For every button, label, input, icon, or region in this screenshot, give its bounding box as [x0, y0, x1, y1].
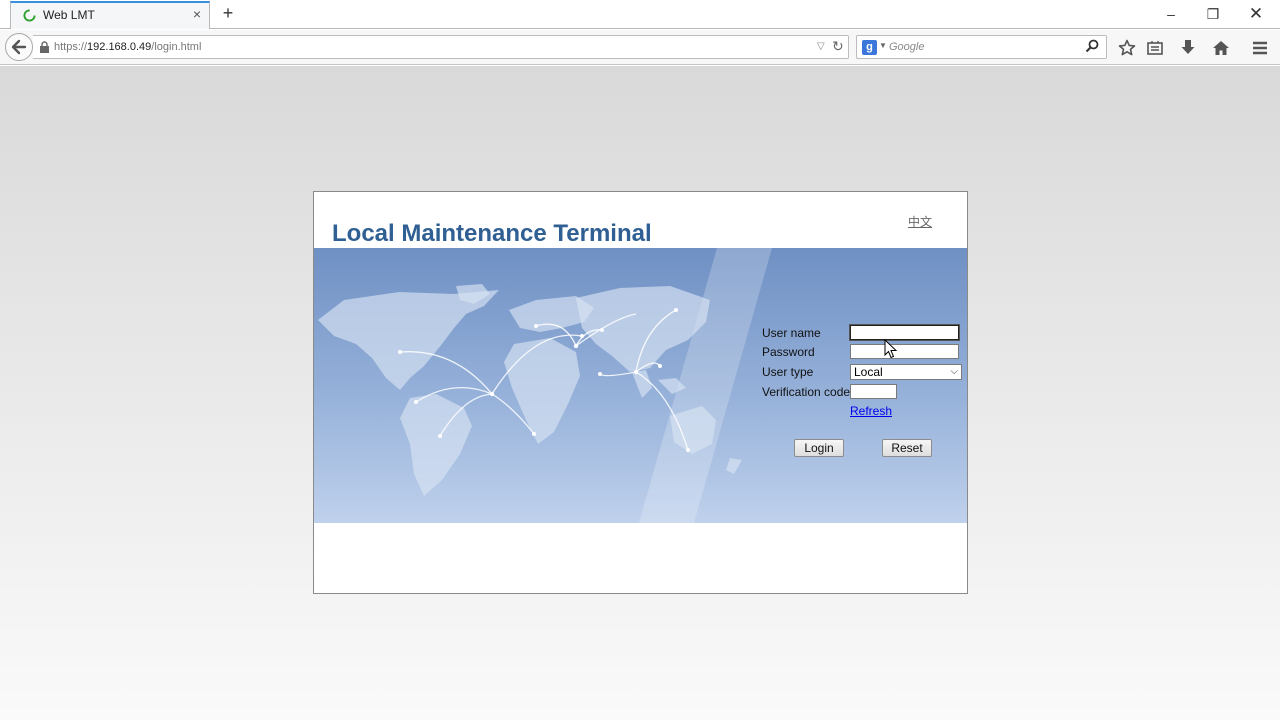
lock-icon [40, 41, 49, 53]
language-switch-link[interactable]: 中文 [908, 213, 932, 230]
engine-dropdown-icon[interactable]: ▼ [879, 41, 887, 50]
url-scheme: https:// [54, 41, 88, 53]
reset-button[interactable]: Reset [882, 439, 932, 457]
usertype-label: User type [762, 365, 814, 379]
browser-nav-bar: https://192.168.0.49/login.html ▽ ↻ g ▼ … [0, 30, 1280, 65]
url-host: 192.168.0.49 [87, 41, 152, 53]
mouse-cursor-icon [884, 339, 898, 359]
login-form: User name Password User type Local ⌵ Ver… [762, 322, 967, 472]
url-bar[interactable]: https://192.168.0.49/login.html ▽ ↻ [33, 35, 849, 59]
close-window-button[interactable]: ✕ [1241, 4, 1271, 24]
star-icon[interactable] [1117, 38, 1137, 58]
url-history-dropdown-icon[interactable]: ▽ [817, 41, 825, 52]
refresh-code-link[interactable]: Refresh [850, 404, 892, 418]
back-button[interactable] [5, 33, 33, 61]
home-icon[interactable] [1211, 38, 1231, 58]
search-bar[interactable]: g ▼ Google [856, 35, 1107, 59]
reader-icon[interactable] [1145, 38, 1165, 58]
verification-code-input[interactable] [850, 384, 897, 399]
url-text: https://192.168.0.49/login.html [54, 41, 201, 53]
google-engine-icon[interactable]: g [862, 40, 877, 55]
usertype-select[interactable]: Local ⌵ [850, 364, 962, 380]
browser-tab[interactable]: Web LMT × [10, 1, 210, 29]
password-input[interactable] [850, 344, 959, 359]
login-panel: Local Maintenance Terminal 中文 User name … [313, 191, 968, 594]
usertype-selected-value: Local [854, 365, 883, 379]
username-label: User name [762, 326, 821, 340]
menu-icon[interactable] [1250, 38, 1270, 58]
chevron-down-icon: ⌵ [950, 366, 958, 377]
new-tab-button[interactable]: + [219, 3, 237, 23]
reload-icon[interactable]: ↻ [832, 38, 844, 55]
login-button[interactable]: Login [794, 439, 844, 457]
tab-close-button[interactable]: × [193, 6, 201, 22]
app-title: Local Maintenance Terminal [332, 220, 652, 247]
search-placeholder: Google [889, 41, 925, 53]
verification-code-label: Verification code [762, 385, 851, 399]
search-icon[interactable] [1084, 38, 1100, 54]
world-map-banner: User name Password User type Local ⌵ Ver… [314, 248, 967, 523]
back-arrow-icon [11, 39, 27, 55]
password-label: Password [762, 345, 815, 359]
browser-tab-bar: Web LMT × + – ❐ ✕ [0, 0, 1280, 29]
minimize-button[interactable]: – [1156, 4, 1186, 24]
restore-button[interactable]: ❐ [1198, 4, 1228, 24]
url-path: /login.html [151, 41, 202, 53]
username-input[interactable] [849, 324, 960, 341]
loading-favicon-icon [23, 9, 36, 22]
download-icon[interactable] [1178, 38, 1198, 58]
page-background: Local Maintenance Terminal 中文 User name … [0, 66, 1280, 720]
tab-title: Web LMT [43, 8, 95, 22]
